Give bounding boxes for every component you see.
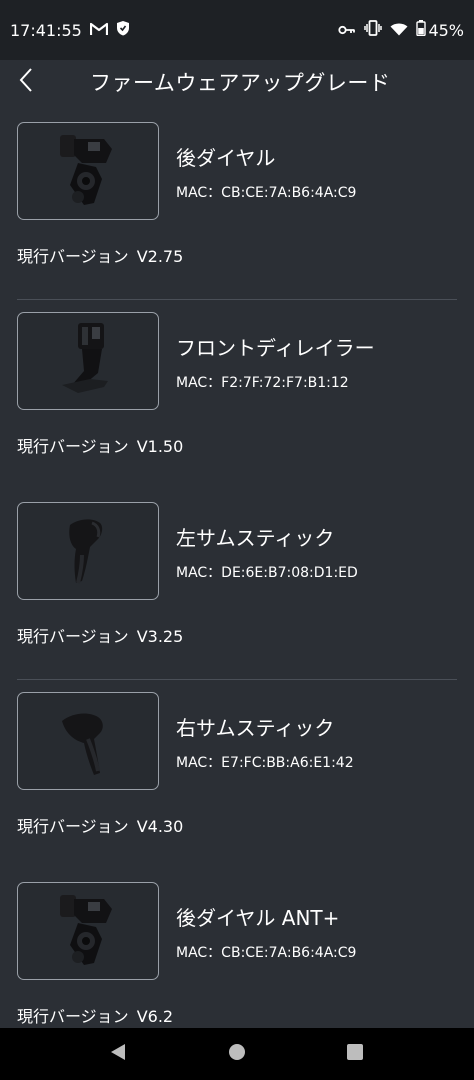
device-list: 後ダイヤル MAC：CB:CE:7A:B6:4A:C9 現行バージョン V2.75… bbox=[0, 110, 474, 1028]
right-shifter-image bbox=[48, 699, 128, 783]
device-image bbox=[17, 692, 159, 790]
version-label: 現行バージョン bbox=[17, 627, 129, 646]
version-value: V6.2 bbox=[136, 1007, 174, 1026]
device-mac: MAC：CB:CE:7A:B6:4A:C9 bbox=[176, 185, 357, 201]
device-image bbox=[17, 502, 159, 600]
device-image bbox=[17, 122, 159, 220]
device-mac: MAC：F2:7F:72:F7:B1:12 bbox=[176, 375, 349, 391]
version-value: V4.30 bbox=[136, 817, 184, 836]
version-row: 現行バージョン V6.2 bbox=[17, 1003, 173, 1027]
page-title: ファームウェアアップグレード bbox=[90, 71, 391, 95]
device-mac: MAC：E7:FC:BB:A6:E1:42 bbox=[176, 755, 354, 771]
home-icon[interactable] bbox=[227, 1042, 247, 1066]
version-row: 現行バージョン V3.25 bbox=[17, 623, 183, 647]
back-icon[interactable] bbox=[109, 1042, 129, 1066]
recents-icon[interactable] bbox=[345, 1042, 365, 1066]
wifi-icon bbox=[390, 21, 408, 40]
device-name: 左サムスティック bbox=[176, 526, 335, 550]
version-value: V2.75 bbox=[136, 247, 184, 266]
device-image bbox=[17, 882, 159, 980]
version-row: 現行バージョン V2.75 bbox=[17, 243, 183, 267]
status-time: 17:41:55 bbox=[10, 20, 82, 40]
vibrate-icon bbox=[364, 20, 383, 40]
front-derailleur-image bbox=[48, 319, 128, 403]
version-value: V1.50 bbox=[136, 437, 184, 456]
version-label: 現行バージョン bbox=[17, 817, 129, 836]
battery-level: 45% bbox=[428, 20, 464, 40]
rear-derailleur-image bbox=[48, 129, 128, 213]
app-header: ファームウェアアップグレード bbox=[0, 60, 474, 104]
rear-derailleur-image bbox=[48, 889, 128, 973]
version-row: 現行バージョン V4.30 bbox=[17, 813, 183, 837]
device-item[interactable]: 左サムスティック MAC：DE:6E:B7:08:D1:ED 現行バージョン V3… bbox=[0, 490, 474, 680]
shield-icon bbox=[116, 20, 130, 40]
version-row: 現行バージョン V1.50 bbox=[17, 433, 183, 457]
battery-icon bbox=[416, 20, 427, 40]
system-nav-bar bbox=[0, 1028, 474, 1080]
device-mac: MAC：DE:6E:B7:08:D1:ED bbox=[176, 565, 358, 581]
device-item[interactable]: 後ダイヤル ANT+ MAC：CB:CE:7A:B6:4A:C9 現行バージョン… bbox=[0, 870, 474, 1028]
device-mac: MAC：CB:CE:7A:B6:4A:C9 bbox=[176, 945, 357, 961]
version-label: 現行バージョン bbox=[17, 437, 129, 456]
back-button[interactable] bbox=[0, 60, 52, 104]
key-icon bbox=[338, 21, 356, 40]
device-name: フロントディレイラー bbox=[176, 336, 375, 360]
version-label: 現行バージョン bbox=[17, 1007, 129, 1026]
chevron-left-icon bbox=[19, 67, 33, 97]
device-item[interactable]: 右サムスティック MAC：E7:FC:BB:A6:E1:42 現行バージョン V4… bbox=[0, 680, 474, 870]
gmail-icon bbox=[89, 21, 108, 40]
status-bar: 17:41:55 45% bbox=[0, 0, 474, 60]
device-item[interactable]: フロントディレイラー MAC：F2:7F:72:F7:B1:12 現行バージョン… bbox=[0, 300, 474, 490]
version-label: 現行バージョン bbox=[17, 247, 129, 266]
device-image bbox=[17, 312, 159, 410]
device-item[interactable]: 後ダイヤル MAC：CB:CE:7A:B6:4A:C9 現行バージョン V2.75 bbox=[0, 110, 474, 300]
version-value: V3.25 bbox=[136, 627, 184, 646]
device-name: 後ダイヤル bbox=[176, 146, 276, 170]
left-shifter-image bbox=[48, 509, 128, 593]
device-name: 後ダイヤル ANT+ bbox=[176, 906, 340, 930]
battery-status: 45% bbox=[416, 20, 464, 40]
device-name: 右サムスティック bbox=[176, 716, 335, 740]
